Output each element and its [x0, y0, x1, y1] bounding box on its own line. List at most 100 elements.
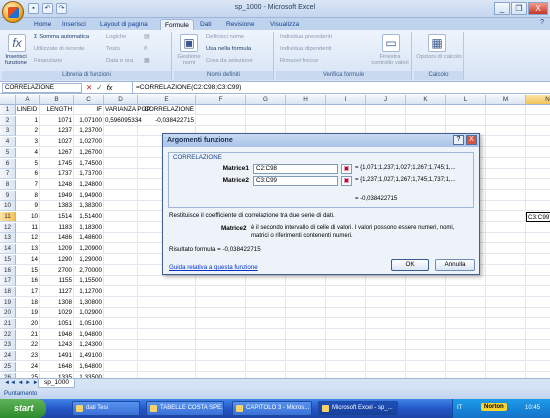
- column-header-e[interactable]: E: [138, 95, 196, 105]
- cell[interactable]: [486, 340, 526, 351]
- cell[interactable]: [366, 297, 406, 308]
- cell[interactable]: [406, 329, 446, 340]
- cell[interactable]: [246, 351, 286, 362]
- cell[interactable]: [196, 115, 246, 126]
- cell[interactable]: [138, 329, 196, 340]
- ok-button[interactable]: OK: [391, 259, 429, 271]
- cell[interactable]: [286, 276, 326, 287]
- cell[interactable]: 1,26700: [74, 147, 104, 158]
- cell[interactable]: 1267: [40, 147, 74, 158]
- cell[interactable]: [366, 308, 406, 319]
- logical-button[interactable]: Logiche: [106, 34, 126, 40]
- cell[interactable]: 1127: [40, 286, 74, 297]
- enter-icon[interactable]: ✓: [96, 82, 102, 93]
- cell[interactable]: [246, 361, 286, 372]
- cell[interactable]: 2700: [40, 265, 74, 276]
- cell[interactable]: [446, 319, 486, 329]
- cell[interactable]: [286, 351, 326, 362]
- cancel-button[interactable]: Annulla: [435, 259, 475, 271]
- cell[interactable]: [326, 308, 366, 319]
- column-header-l[interactable]: L: [446, 95, 486, 105]
- cell[interactable]: [366, 105, 406, 115]
- cell[interactable]: [526, 137, 550, 148]
- tab-home[interactable]: Home: [30, 19, 55, 30]
- column-header-m[interactable]: M: [486, 95, 526, 105]
- cell[interactable]: 21: [16, 329, 40, 340]
- cell[interactable]: 1,74500: [74, 158, 104, 169]
- row-header[interactable]: 6: [0, 158, 16, 169]
- cell[interactable]: [486, 329, 526, 340]
- cell[interactable]: [486, 158, 526, 169]
- cell[interactable]: 1,64800: [74, 361, 104, 372]
- cell[interactable]: 1,18300: [74, 222, 104, 233]
- calc-options-button[interactable]: Opzioni di calcolo: [416, 54, 462, 60]
- cell[interactable]: 1027: [40, 137, 74, 148]
- cell[interactable]: [104, 126, 138, 137]
- column-header-b[interactable]: B: [40, 95, 74, 105]
- cell[interactable]: [486, 361, 526, 372]
- text-button[interactable]: Testo: [106, 46, 120, 52]
- cell[interactable]: [486, 351, 526, 362]
- arg2-collapse-icon[interactable]: ▣: [341, 176, 352, 186]
- cell[interactable]: [246, 115, 286, 126]
- arg1-collapse-icon[interactable]: ▣: [341, 164, 352, 174]
- cell[interactable]: [366, 361, 406, 372]
- cell[interactable]: 1071: [40, 115, 74, 126]
- cell[interactable]: [406, 276, 446, 287]
- cell[interactable]: [326, 286, 366, 297]
- cell[interactable]: [104, 137, 138, 148]
- cell[interactable]: [104, 222, 138, 233]
- cell[interactable]: 1,94900: [74, 190, 104, 201]
- calc-options-icon[interactable]: ▦: [428, 34, 446, 52]
- cell[interactable]: [406, 319, 446, 329]
- cell[interactable]: 16: [16, 276, 40, 287]
- cell[interactable]: [526, 330, 550, 340]
- column-header-i[interactable]: I: [326, 95, 366, 105]
- cell[interactable]: [526, 340, 550, 351]
- cell[interactable]: [486, 201, 526, 212]
- define-name-button[interactable]: Definisci nome: [206, 34, 244, 40]
- insert-function-icon[interactable]: fx: [8, 34, 26, 52]
- task-tabelle[interactable]: TABELLE COSTA SPE...: [146, 401, 224, 416]
- cell[interactable]: 1209: [40, 244, 74, 255]
- cell[interactable]: [286, 308, 326, 319]
- arg1-input[interactable]: C2:C98: [253, 164, 338, 174]
- cell[interactable]: 23: [16, 351, 40, 362]
- cell[interactable]: [486, 126, 526, 137]
- cell[interactable]: [104, 329, 138, 340]
- cell[interactable]: [326, 319, 366, 329]
- cell[interactable]: 1737: [40, 169, 74, 180]
- cell[interactable]: [246, 308, 286, 319]
- cell[interactable]: [326, 276, 366, 287]
- trace-dependents-button[interactable]: Individua dipendenti: [280, 46, 332, 52]
- cell[interactable]: 4: [16, 147, 40, 158]
- row-header[interactable]: 17: [0, 276, 16, 287]
- cell[interactable]: [406, 286, 446, 297]
- cell[interactable]: [196, 319, 246, 329]
- cell[interactable]: 17: [16, 286, 40, 297]
- cell[interactable]: [366, 351, 406, 362]
- cell[interactable]: [526, 319, 550, 329]
- cell[interactable]: [446, 286, 486, 297]
- cell[interactable]: 2,70000: [74, 265, 104, 276]
- cell[interactable]: 1,49100: [74, 351, 104, 362]
- cell[interactable]: [406, 308, 446, 319]
- cell[interactable]: 1237: [40, 126, 74, 137]
- cell[interactable]: 1,94800: [74, 329, 104, 340]
- cell[interactable]: [526, 308, 550, 319]
- cell[interactable]: [486, 115, 526, 126]
- cell[interactable]: [526, 159, 550, 169]
- cell[interactable]: [446, 361, 486, 372]
- row-header[interactable]: 4: [0, 137, 16, 148]
- remove-arrows-button[interactable]: Rimuovi frecce: [280, 58, 318, 64]
- cell[interactable]: 1183: [40, 222, 74, 233]
- row-header[interactable]: 2: [0, 115, 16, 126]
- cell[interactable]: [286, 361, 326, 372]
- cell[interactable]: [486, 212, 526, 222]
- cell[interactable]: [104, 190, 138, 201]
- start-button[interactable]: start: [0, 399, 46, 418]
- cell[interactable]: 19: [16, 308, 40, 319]
- cell[interactable]: 1949: [40, 190, 74, 201]
- cell[interactable]: [138, 308, 196, 319]
- name-manager-button[interactable]: Gestione nomi: [176, 54, 202, 66]
